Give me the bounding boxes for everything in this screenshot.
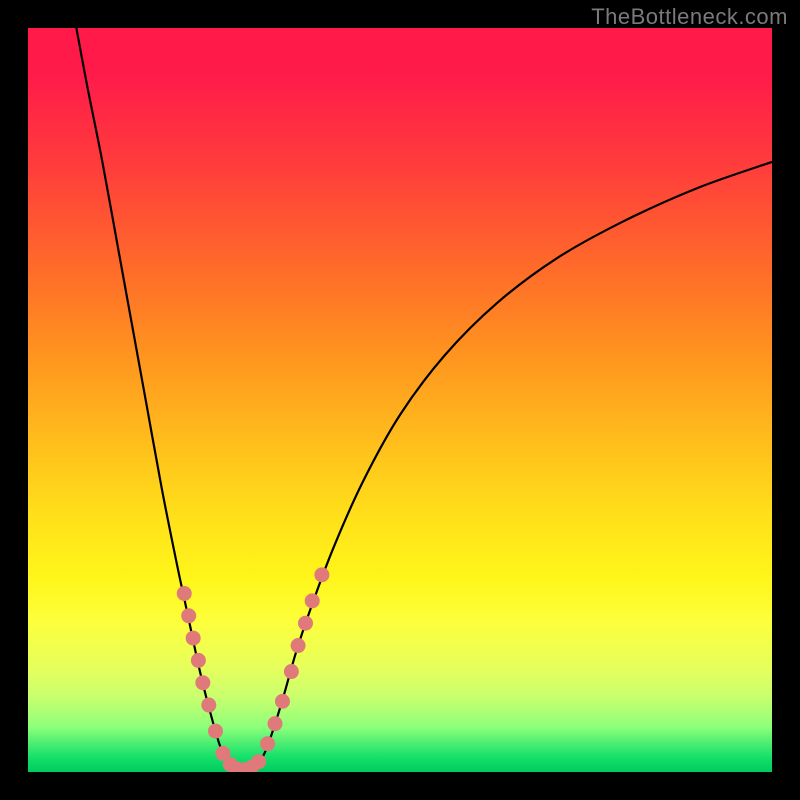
data-dot — [186, 631, 201, 646]
data-dot — [251, 754, 266, 769]
data-dot — [291, 638, 306, 653]
data-dot — [305, 593, 320, 608]
data-dot — [298, 616, 313, 631]
watermark-text: TheBottleneck.com — [591, 4, 788, 30]
data-dot — [268, 716, 283, 731]
data-dot — [208, 724, 223, 739]
plot-area — [28, 28, 772, 772]
v-curve — [76, 28, 772, 771]
data-dot — [284, 664, 299, 679]
data-dot — [181, 608, 196, 623]
data-dot — [260, 736, 275, 751]
data-dot — [275, 694, 290, 709]
chart-frame: TheBottleneck.com — [0, 0, 800, 800]
data-dot — [201, 698, 216, 713]
data-dot — [314, 567, 329, 582]
data-dot — [191, 653, 206, 668]
curve-layer — [28, 28, 772, 772]
data-dot — [177, 586, 192, 601]
data-dot — [195, 675, 210, 690]
